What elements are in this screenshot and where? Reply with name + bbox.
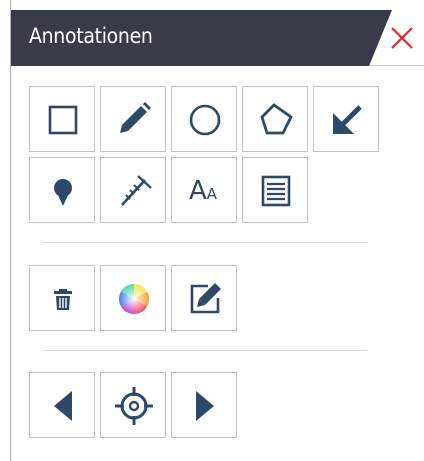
close-button[interactable] — [385, 22, 419, 54]
polygon-icon — [260, 103, 293, 135]
title-bar: Annotationen — [11, 10, 392, 66]
arrow-icon — [333, 105, 362, 134]
close-icon — [391, 27, 413, 49]
panel-header: Annotationen — [11, 10, 424, 66]
chevron-left-icon — [54, 391, 72, 421]
locate-button[interactable] — [100, 372, 166, 438]
color-tool[interactable] — [100, 265, 166, 331]
previous-button[interactable] — [29, 372, 95, 438]
pin-icon — [54, 179, 72, 206]
note-tool[interactable] — [242, 157, 308, 223]
measure-icon — [121, 175, 152, 206]
pin-tool[interactable] — [29, 157, 95, 223]
pencil-icon — [120, 102, 151, 133]
text-icon-large-letter: A — [189, 176, 207, 206]
rectangle-tool[interactable] — [29, 86, 95, 152]
crosshair-icon — [115, 387, 153, 425]
text-icon-small-letter: A — [206, 185, 218, 203]
chevron-right-icon — [196, 391, 214, 421]
section-divider — [43, 350, 367, 351]
measure-tool[interactable] — [100, 157, 166, 223]
rectangle-icon — [48, 105, 78, 135]
panel-title: Annotationen — [29, 24, 153, 48]
next-button[interactable] — [171, 372, 237, 438]
circle-icon — [189, 104, 221, 136]
annotation-panel: Annotationen AA — [10, 0, 424, 461]
edit-icon — [190, 283, 221, 314]
trash-icon — [54, 289, 72, 310]
arrow-tool[interactable] — [313, 86, 379, 152]
text-icon: AA — [189, 178, 217, 204]
pencil-tool[interactable] — [100, 86, 166, 152]
delete-tool[interactable] — [29, 265, 95, 331]
polygon-tool[interactable] — [242, 86, 308, 152]
edit-tool[interactable] — [171, 265, 237, 331]
note-icon — [261, 175, 291, 207]
text-tool[interactable]: AA — [171, 157, 237, 223]
color-wheel-icon — [118, 284, 150, 314]
circle-tool[interactable] — [171, 86, 237, 152]
section-divider — [43, 242, 367, 243]
